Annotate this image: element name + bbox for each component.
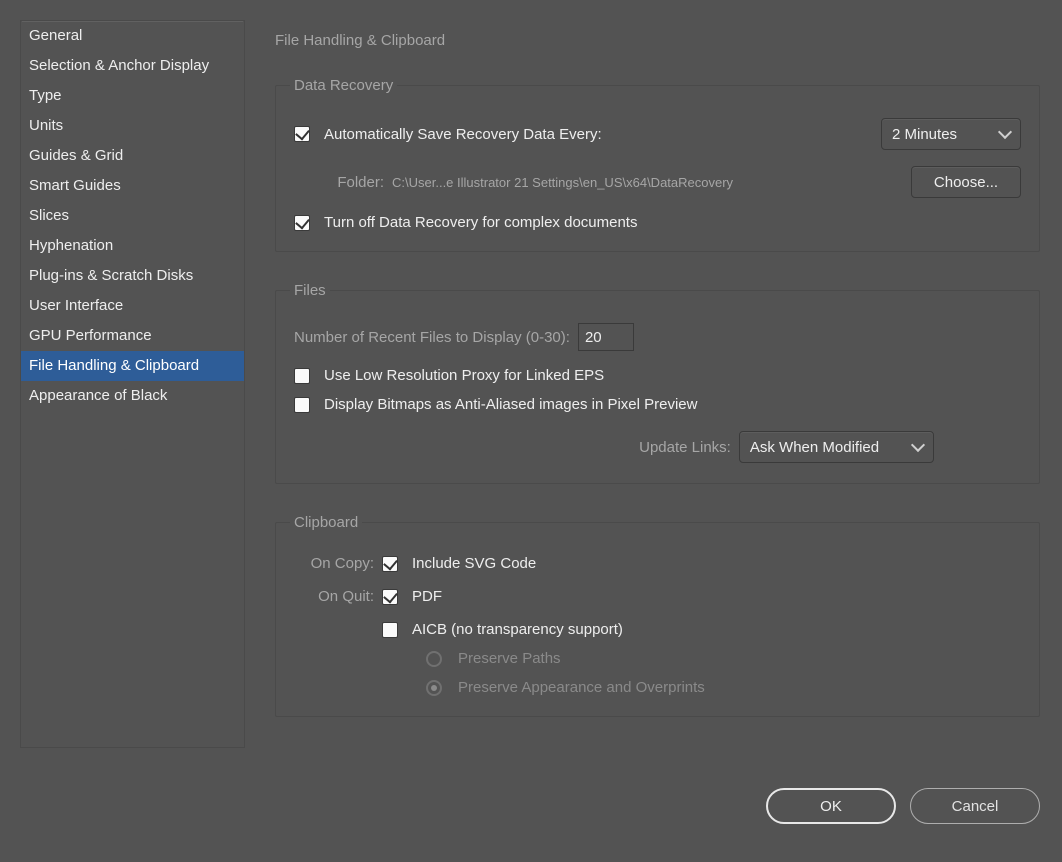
label-pdf: PDF	[412, 588, 442, 605]
sidebar-item[interactable]: Hyphenation	[21, 231, 244, 261]
select-update-links[interactable]: Ask When Modified	[739, 431, 934, 463]
checkbox-turn-off-complex[interactable]	[294, 215, 310, 231]
group-clipboard: Clipboard On Copy: Include SVG Code On Q…	[275, 514, 1040, 717]
label-update-links: Update Links:	[639, 439, 731, 456]
label-on-copy: On Copy:	[294, 555, 374, 572]
label-preserve-appearance: Preserve Appearance and Overprints	[458, 679, 705, 696]
text-folder-path: C:\User...e Illustrator 21 Settings\en_U…	[392, 175, 733, 190]
label-low-res-proxy: Use Low Resolution Proxy for Linked EPS	[324, 367, 604, 384]
input-recent-files[interactable]	[578, 323, 634, 351]
radio-preserve-paths[interactable]	[426, 651, 442, 667]
checkbox-aicb[interactable]	[382, 622, 398, 638]
sidebar-item[interactable]: Guides & Grid	[21, 141, 244, 171]
sidebar-item[interactable]: File Handling & Clipboard	[21, 351, 244, 381]
radio-preserve-appearance[interactable]	[426, 680, 442, 696]
label-on-quit: On Quit:	[294, 588, 374, 605]
sidebar-item[interactable]: Units	[21, 111, 244, 141]
checkbox-antialiased-bitmaps[interactable]	[294, 397, 310, 413]
panel-title: File Handling & Clipboard	[275, 32, 1040, 49]
button-choose-folder[interactable]: Choose...	[911, 166, 1021, 198]
group-legend-clipboard: Clipboard	[290, 514, 362, 531]
label-preserve-paths: Preserve Paths	[458, 650, 561, 667]
checkbox-low-res-proxy[interactable]	[294, 368, 310, 384]
label-auto-save-recovery: Automatically Save Recovery Data Every:	[324, 126, 602, 143]
label-folder: Folder:	[314, 174, 384, 191]
checkbox-include-svg[interactable]	[382, 556, 398, 572]
preferences-dialog: GeneralSelection & Anchor DisplayTypeUni…	[0, 0, 1062, 748]
label-antialiased-bitmaps: Display Bitmaps as Anti-Aliased images i…	[324, 396, 697, 413]
group-data-recovery: Data Recovery Automatically Save Recover…	[275, 77, 1040, 252]
select-update-links-value: Ask When Modified	[750, 439, 879, 456]
sidebar-item[interactable]: Smart Guides	[21, 171, 244, 201]
label-aicb: AICB (no transparency support)	[412, 621, 623, 638]
label-turn-off-complex: Turn off Data Recovery for complex docum…	[324, 214, 637, 231]
group-legend-files: Files	[290, 282, 330, 299]
sidebar-item[interactable]: Selection & Anchor Display	[21, 51, 244, 81]
group-legend-data-recovery: Data Recovery	[290, 77, 397, 94]
label-recent-files: Number of Recent Files to Display (0-30)…	[294, 329, 570, 346]
sidebar-item[interactable]: Appearance of Black	[21, 381, 244, 411]
sidebar-item[interactable]: User Interface	[21, 291, 244, 321]
category-sidebar: GeneralSelection & Anchor DisplayTypeUni…	[20, 20, 245, 748]
sidebar-item[interactable]: Slices	[21, 201, 244, 231]
group-files: Files Number of Recent Files to Display …	[275, 282, 1040, 484]
checkbox-auto-save-recovery[interactable]	[294, 126, 310, 142]
dialog-footer: OK Cancel	[766, 788, 1040, 824]
checkbox-pdf[interactable]	[382, 589, 398, 605]
button-cancel[interactable]: Cancel	[910, 788, 1040, 824]
select-recovery-interval[interactable]: 2 Minutes	[881, 118, 1021, 150]
button-ok[interactable]: OK	[766, 788, 896, 824]
select-recovery-interval-value: 2 Minutes	[892, 126, 957, 143]
label-include-svg: Include SVG Code	[412, 555, 536, 572]
sidebar-item[interactable]: Plug-ins & Scratch Disks	[21, 261, 244, 291]
sidebar-item[interactable]: Type	[21, 81, 244, 111]
sidebar-item[interactable]: GPU Performance	[21, 321, 244, 351]
sidebar-item[interactable]: General	[21, 21, 244, 51]
main-panel: File Handling & Clipboard Data Recovery …	[275, 20, 1040, 748]
